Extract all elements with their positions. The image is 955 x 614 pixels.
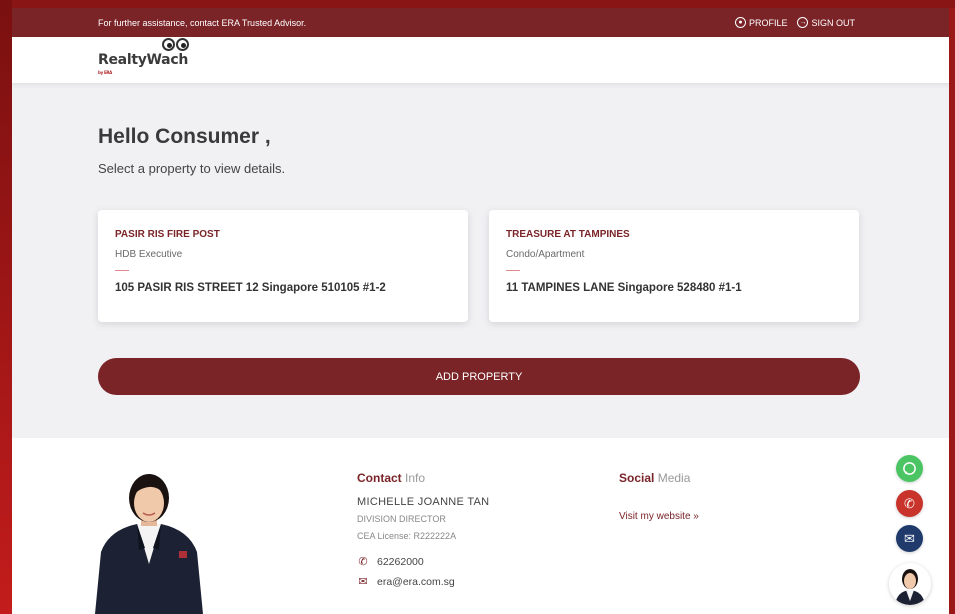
agent-photo	[95, 474, 203, 614]
property-type: Condo/Apartment	[506, 249, 585, 260]
phone-number: 62262000	[377, 555, 424, 568]
phone-line[interactable]: ✆ 62262000	[357, 555, 489, 569]
realtywatch-logo[interactable]: RealtyWach by ERA	[98, 38, 189, 75]
avatar	[889, 563, 931, 605]
whatsapp-button[interactable]	[896, 455, 923, 482]
property-card[interactable]: TREASURE AT TAMPINES Condo/Apartment 11 …	[489, 210, 859, 322]
agent-name: MICHELLE JOANNE TAN	[357, 496, 490, 508]
phone-icon: ✆	[904, 495, 915, 511]
call-button[interactable]: ✆	[896, 490, 923, 517]
logo-text-end: ch	[170, 52, 189, 68]
profile-label: PROFILE	[748, 17, 788, 28]
property-name: TREASURE AT TAMPINES	[506, 229, 630, 240]
envelope-icon: ✉	[904, 530, 915, 546]
property-address: 105 PASIR RIS STREET 12 Singapore 510105…	[115, 282, 386, 294]
social-heading: Social Media	[619, 471, 691, 485]
add-property-button[interactable]: ADD PROPERTY	[98, 358, 860, 395]
property-type: HDB Executive	[115, 249, 183, 260]
contact-heading: Contact Info	[357, 471, 426, 485]
agent-title: DIVISION DIRECTOR	[357, 514, 446, 524]
greeting-heading: Hello Consumer ,	[98, 125, 271, 148]
agent-cea-license: CEA License: R222222A	[357, 531, 457, 541]
property-address: 11 TAMPINES LANE Singapore 528480 #1-1	[506, 282, 742, 294]
sign-out-link[interactable]: → SIGN OUT	[797, 17, 855, 28]
envelope-icon: ✉	[358, 576, 368, 588]
card-divider	[115, 270, 129, 271]
browser-frame-left	[0, 0, 12, 614]
email-button[interactable]: ✉	[896, 525, 923, 552]
top-bar: For further assistance, contact ERA Trus…	[12, 8, 949, 37]
user-circle-icon: ●	[734, 17, 746, 28]
agent-avatar-button[interactable]	[889, 563, 931, 605]
sign-out-label: SIGN OUT	[811, 17, 855, 28]
website-link[interactable]: Visit my website »	[619, 511, 699, 522]
card-divider	[506, 270, 520, 271]
social-media: Social Media Visit my website »	[619, 471, 699, 522]
page: For further assistance, contact ERA Trus…	[12, 8, 949, 614]
profile-link[interactable]: ● PROFILE	[734, 17, 788, 28]
contact-info: Contact Info MICHELLE JOANNE TAN DIVISIO…	[357, 471, 489, 588]
account-links: ● PROFILE → SIGN OUT	[734, 17, 855, 28]
browser-frame-top	[0, 0, 955, 8]
property-name: PASIR RIS FIRE POST	[115, 229, 220, 240]
site-header: RealtyWach by ERA	[12, 37, 949, 84]
instruction-text: Select a property to view details.	[98, 161, 286, 176]
logo-text-start: RealtyWa	[98, 52, 171, 68]
logo-eyes-icon	[162, 38, 189, 51]
whatsapp-icon	[903, 462, 916, 475]
sign-out-icon: →	[797, 17, 809, 28]
assistance-text: For further assistance, contact ERA Trus…	[98, 17, 307, 28]
footer: Contact Info MICHELLE JOANNE TAN DIVISIO…	[12, 438, 949, 614]
email-line[interactable]: ✉ era@era.com.sg	[357, 575, 489, 589]
property-card[interactable]: PASIR RIS FIRE POST HDB Executive 105 PA…	[98, 210, 468, 322]
email-address: era@era.com.sg	[377, 575, 455, 588]
phone-icon: ✆	[358, 556, 368, 568]
logo-subtext: by ERA	[98, 70, 112, 75]
